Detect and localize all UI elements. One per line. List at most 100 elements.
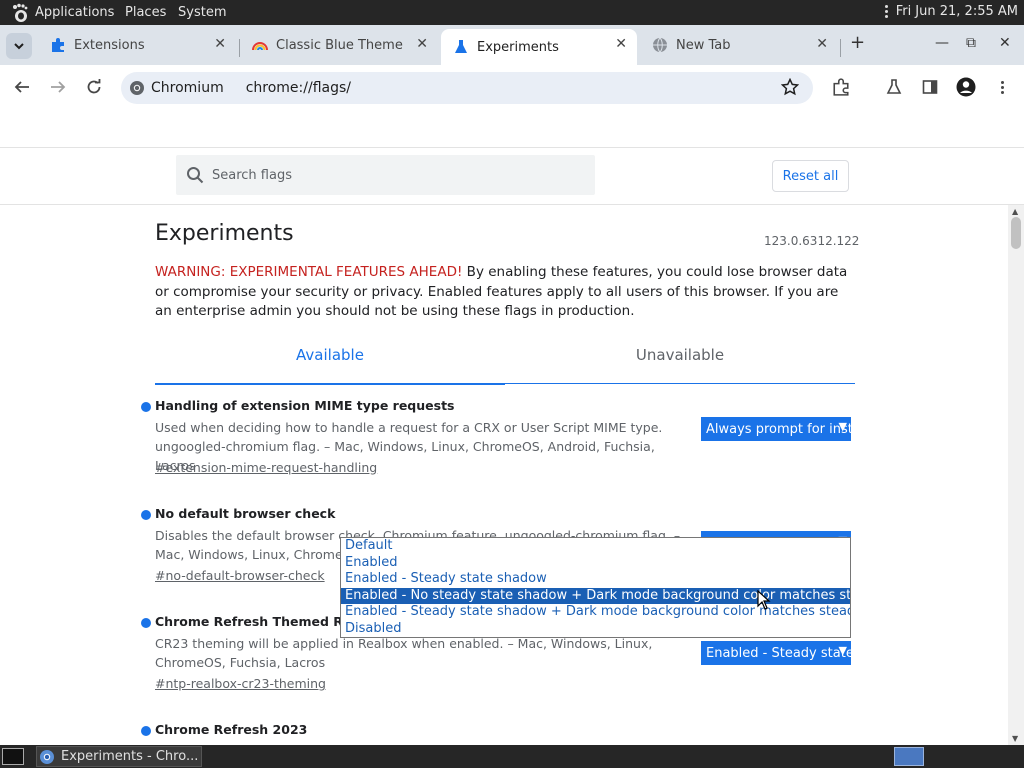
more-vert-icon bbox=[1000, 80, 1004, 94]
bottom-taskbar: Experiments - Chro... bbox=[0, 745, 1024, 768]
minimize-button[interactable]: — bbox=[935, 35, 949, 51]
top-panel: Applications Places System Fri Jun 21, 2… bbox=[0, 0, 1024, 25]
bookmark-star-icon[interactable] bbox=[780, 77, 800, 100]
labs-button[interactable] bbox=[882, 75, 906, 99]
restore-button[interactable]: ⧉ bbox=[966, 35, 976, 51]
tab-label: Classic Blue Theme (b bbox=[276, 37, 406, 53]
flag-link[interactable]: #extension-mime-request-handling bbox=[155, 460, 377, 475]
search-flags-input[interactable]: Search flags bbox=[176, 155, 595, 195]
flag-select-value: Enabled - Steady state shadow bbox=[706, 645, 851, 661]
search-icon bbox=[187, 167, 204, 184]
new-tab-button[interactable]: + bbox=[850, 32, 865, 53]
flag-status-dot bbox=[141, 726, 151, 736]
arrow-right-icon bbox=[51, 81, 66, 93]
back-button[interactable] bbox=[10, 75, 34, 99]
tab-search-button[interactable] bbox=[6, 33, 32, 59]
show-desktop-button[interactable] bbox=[2, 748, 24, 765]
tab-strip: Extensions ✕ Classic Blue Theme (b ✕ Exp… bbox=[0, 25, 1024, 65]
mouse-cursor-icon bbox=[757, 590, 771, 610]
taskbar-window-label: Experiments - Chro... bbox=[61, 749, 199, 764]
side-panel-icon bbox=[922, 80, 938, 94]
flag-status-dot bbox=[141, 402, 151, 412]
chromium-icon bbox=[130, 81, 144, 95]
arrow-left-icon bbox=[14, 81, 29, 93]
close-window-button[interactable]: ✕ bbox=[999, 35, 1011, 51]
tab-classic-blue-theme[interactable]: Classic Blue Theme (b ✕ bbox=[240, 29, 438, 61]
puzzle-icon bbox=[833, 78, 849, 96]
page-title: Experiments bbox=[155, 221, 294, 246]
tab-extensions[interactable]: Extensions ✕ bbox=[38, 29, 236, 61]
flask-icon bbox=[455, 40, 467, 53]
tab-new-tab[interactable]: New Tab ✕ bbox=[640, 29, 838, 61]
chevron-down-icon: ▼ bbox=[838, 644, 847, 657]
browser-toolbar: Chromium chrome://flags/ bbox=[0, 65, 1024, 111]
system-menu[interactable]: System bbox=[178, 5, 226, 20]
flag-status-dot bbox=[141, 618, 151, 628]
applications-menu[interactable]: Applications bbox=[35, 5, 114, 20]
tab-label: Experiments bbox=[477, 39, 559, 55]
close-icon[interactable]: ✕ bbox=[416, 36, 428, 52]
taskbar-window-item[interactable]: Experiments - Chro... bbox=[36, 746, 202, 767]
flags-header: Search flags Reset all bbox=[0, 147, 1024, 205]
close-icon[interactable]: ✕ bbox=[816, 36, 828, 52]
dropdown-option[interactable]: Enabled - Steady state shadow bbox=[341, 571, 850, 588]
flag-select-dropdown[interactable]: Default Enabled Enabled - Steady state s… bbox=[340, 537, 851, 638]
scroll-up-icon[interactable]: ▲ bbox=[1012, 207, 1018, 216]
gnome-foot-icon[interactable] bbox=[10, 3, 30, 23]
avatar-icon bbox=[956, 77, 976, 97]
dropdown-option[interactable]: Default bbox=[341, 538, 850, 555]
chevron-down-icon: ▼ bbox=[838, 420, 847, 433]
flags-content: Experiments 123.0.6312.122 WARNING: EXPE… bbox=[0, 205, 1008, 745]
scroll-thumb[interactable] bbox=[1011, 217, 1021, 249]
rainbow-icon bbox=[252, 42, 268, 51]
dropdown-option[interactable]: Enabled - Steady state shadow + Dark mod… bbox=[341, 604, 850, 621]
flag-name: Handling of extension MIME type requests bbox=[155, 398, 455, 413]
flag-name: No default browser check bbox=[155, 506, 336, 521]
reload-button[interactable] bbox=[82, 75, 106, 99]
puzzle-icon bbox=[52, 38, 64, 52]
panel-overflow-icon[interactable] bbox=[884, 5, 888, 18]
flag-select[interactable]: Always prompt for install ▼ bbox=[701, 417, 851, 441]
tab-experiments[interactable]: Experiments ✕ bbox=[441, 29, 637, 65]
clock[interactable]: Fri Jun 21, 2:55 AM bbox=[896, 4, 1018, 19]
warning-text: WARNING: EXPERIMENTAL FEATURES AHEAD! By… bbox=[155, 263, 855, 322]
dropdown-option-selected[interactable]: Enabled - No steady state shadow + Dark … bbox=[341, 587, 850, 604]
flag-status-dot bbox=[141, 510, 151, 520]
tab-unavailable[interactable]: Unavailable bbox=[505, 346, 855, 364]
flags-tabs: Available Unavailable bbox=[155, 346, 855, 385]
tab-label: New Tab bbox=[676, 37, 731, 53]
search-placeholder: Search flags bbox=[212, 167, 292, 183]
page-scrollbar[interactable]: ▲ ▼ bbox=[1008, 205, 1024, 745]
flag-select[interactable]: Enabled - Steady state shadow ▼ bbox=[701, 641, 851, 665]
warning-prefix: WARNING: EXPERIMENTAL FEATURES AHEAD! bbox=[155, 264, 463, 280]
places-menu[interactable]: Places bbox=[125, 5, 166, 20]
chrome-menu-button[interactable] bbox=[990, 75, 1014, 99]
workspace-switcher[interactable] bbox=[894, 747, 924, 766]
site-info-chip[interactable]: Chromium bbox=[129, 80, 224, 96]
chevron-down-icon bbox=[14, 43, 24, 50]
close-icon[interactable]: ✕ bbox=[214, 36, 226, 52]
profile-button[interactable] bbox=[954, 75, 978, 99]
dropdown-option[interactable]: Enabled bbox=[341, 555, 850, 572]
flag-chrome-refresh-2023: Chrome Refresh 2023 bbox=[141, 722, 856, 745]
flask-icon bbox=[886, 79, 902, 94]
close-icon[interactable]: ✕ bbox=[615, 36, 627, 52]
globe-icon bbox=[653, 37, 667, 53]
side-panel-button[interactable] bbox=[918, 75, 942, 99]
scroll-down-icon[interactable]: ▼ bbox=[1012, 734, 1018, 743]
flag-description: CR23 theming will be applied in Realbox … bbox=[155, 636, 653, 670]
flag-name: Chrome Refresh 2023 bbox=[155, 722, 308, 737]
dropdown-option[interactable]: Disabled bbox=[341, 621, 850, 638]
forward-button[interactable] bbox=[46, 75, 70, 99]
extensions-button[interactable] bbox=[829, 75, 853, 99]
active-tab-indicator bbox=[155, 383, 505, 385]
reset-all-button[interactable]: Reset all bbox=[772, 160, 849, 192]
tab-available[interactable]: Available bbox=[155, 346, 505, 364]
url-text[interactable]: chrome://flags/ bbox=[246, 80, 351, 96]
flag-select-value: Always prompt for install bbox=[706, 421, 851, 437]
flag-link[interactable]: #no-default-browser-check bbox=[155, 568, 325, 583]
flag-link[interactable]: #ntp-realbox-cr23-theming bbox=[155, 676, 326, 691]
chip-label: Chromium bbox=[151, 80, 224, 96]
address-bar[interactable]: Chromium chrome://flags/ bbox=[121, 72, 813, 104]
version-label: 123.0.6312.122 bbox=[764, 234, 860, 248]
